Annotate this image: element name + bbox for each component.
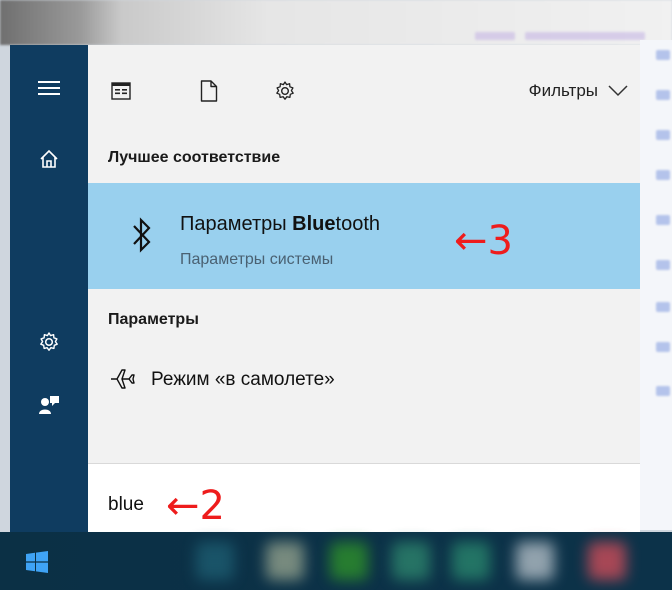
annotation-step-3: ←3 <box>454 218 513 264</box>
taskbar-app-icon[interactable] <box>452 542 490 580</box>
taskbar-app-icon[interactable] <box>392 542 430 580</box>
settings-result-label: Режим «в самолете» <box>151 369 335 390</box>
search-input[interactable]: blue <box>108 494 144 516</box>
hamburger-icon <box>38 81 60 95</box>
taskbar-app-icon[interactable] <box>330 542 368 580</box>
taskbar-app-icon[interactable] <box>588 542 626 580</box>
best-match-title: Параметры Bluetooth <box>180 213 380 236</box>
feedback-icon <box>39 396 59 414</box>
feedback-button[interactable] <box>10 376 88 434</box>
filters-dropdown[interactable]: Фильтры <box>529 79 628 103</box>
app-window-icon <box>111 82 131 100</box>
background-window-edge <box>640 40 672 530</box>
home-icon <box>40 149 58 168</box>
document-icon <box>200 80 218 102</box>
taskbar-app-icon[interactable] <box>516 542 554 580</box>
best-match-heading: Лучшее соответствие <box>108 149 281 166</box>
best-match-title-highlight: Blue <box>292 213 336 235</box>
taskbar <box>0 532 672 590</box>
settings-button[interactable] <box>10 313 88 371</box>
settings-filter-button[interactable] <box>272 78 298 104</box>
best-match-subtitle: Параметры системы <box>180 251 334 268</box>
taskbar-app-icon[interactable] <box>196 542 234 580</box>
home-button[interactable] <box>10 130 88 188</box>
best-match-title-prefix: Параметры <box>180 213 293 235</box>
gear-icon <box>276 81 294 100</box>
settings-heading: Параметры <box>108 311 199 328</box>
best-match-result[interactable]: Параметры Bluetooth Параметры системы <box>88 183 640 289</box>
search-panel: Фильтры Лучшее соответствие Параметры Bl… <box>88 45 640 532</box>
search-toolbar: Фильтры <box>88 45 640 135</box>
apps-filter-button[interactable] <box>108 78 134 104</box>
start-button[interactable] <box>26 551 48 578</box>
bluetooth-icon <box>133 217 151 253</box>
settings-result-airplane-mode[interactable]: Режим «в самолете» <box>88 361 640 397</box>
best-match-title-tail: tooth <box>335 213 380 235</box>
airplane-icon <box>111 369 135 389</box>
start-menu-rail <box>10 45 88 532</box>
taskbar-app-icon[interactable] <box>266 542 304 580</box>
hamburger-menu-button[interactable] <box>10 59 88 117</box>
chevron-down-icon <box>608 85 628 97</box>
gear-icon <box>40 332 58 351</box>
filters-label: Фильтры <box>528 81 598 100</box>
windows-logo-icon <box>26 551 48 573</box>
documents-filter-button[interactable] <box>196 78 222 104</box>
annotation-step-2: ←2 <box>166 483 225 529</box>
